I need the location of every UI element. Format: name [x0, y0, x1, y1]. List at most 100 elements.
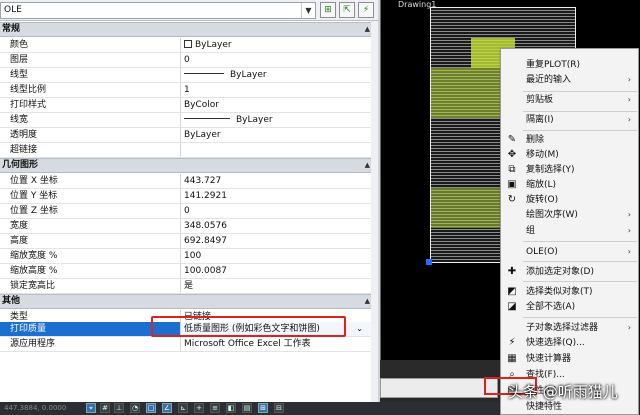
menu-item-select-similar[interactable]: ◩ 选择类似对象(T) [501, 284, 638, 300]
chevron-down-icon[interactable]: ▼ [301, 3, 315, 18]
menu-item-clipboard[interactable]: 剪贴板 › [501, 92, 638, 108]
prop-label: 线宽 [0, 113, 181, 127]
ortho-icon[interactable]: ⊥ [114, 403, 124, 413]
selection-grip[interactable] [426, 259, 432, 265]
menu-item-move[interactable]: ✥ 移动(M) [501, 147, 638, 163]
prop-value[interactable]: ByLayer [181, 113, 371, 127]
palette-scrollbar[interactable] [371, 21, 378, 402]
prop-value[interactable] [181, 143, 371, 157]
prop-row-width[interactable]: 宽度 348.0576 [0, 219, 378, 234]
prop-row-height[interactable]: 高度 692.8497 [0, 234, 378, 249]
am-icon[interactable]: ⊟ [274, 403, 284, 413]
menu-item-rotate[interactable]: ↻ 旋转(O) [501, 192, 638, 208]
menu-item-copy-selection[interactable]: ⧉ 复制选择(Y) [501, 162, 638, 178]
prop-label: 高度 [0, 234, 181, 248]
prop-row-transparency[interactable]: 透明度 ByLayer [0, 128, 378, 143]
chevron-right-icon: › [627, 247, 631, 256]
menu-item-erase[interactable]: ✎ 删除 [501, 132, 638, 148]
prop-value[interactable]: 141.2921 [181, 189, 371, 203]
prop-row-linetype-scale[interactable]: 线型比例 1 [0, 83, 378, 98]
eraser-icon: ✎ [507, 134, 517, 145]
prop-value[interactable]: ByColor [181, 98, 371, 112]
menu-label: 旋转(O) [526, 195, 559, 205]
line-sample-icon [184, 73, 224, 74]
menu-item-deselect-all[interactable]: ◪ 全部不选(A) [501, 299, 638, 315]
prop-row-pos-y[interactable]: 位置 Y 坐标 141.2921 [0, 189, 378, 204]
toggle-pickadd-button[interactable]: ⊞ [320, 2, 336, 18]
select-objects-button[interactable]: ⇱ [339, 2, 355, 18]
prop-row-pos-x[interactable]: 位置 X 坐标 443.727 [0, 174, 378, 189]
prop-value[interactable]: 443.727 [181, 174, 371, 188]
prop-value[interactable]: ByLayer [181, 38, 371, 52]
section-general[interactable]: 常规 ▲ [0, 22, 378, 37]
prop-value[interactable]: ByLayer [181, 128, 371, 142]
menu-item-recent-input[interactable]: 最近的输入 › [501, 72, 638, 88]
menu-label: 隔离(I) [526, 115, 554, 125]
linetype-value: ByLayer [230, 70, 267, 80]
menu-item-scale[interactable]: ▣ 缩放(L) [501, 177, 638, 193]
prop-label: 位置 Z 坐标 [0, 204, 181, 218]
prop-value[interactable]: 100 [181, 249, 371, 263]
menu-item-subobject-filter[interactable]: 子对象选择过滤器 › [501, 320, 638, 336]
menu-item-group[interactable]: 组 › [501, 223, 638, 239]
section-geometry[interactable]: 几何图形 ▲ [0, 158, 378, 173]
section-misc[interactable]: 其他 ▲ [0, 294, 378, 309]
prop-value[interactable]: 692.8497 [181, 234, 371, 248]
menu-item-repeat-plot[interactable]: 重复PLOT(R) [501, 57, 638, 73]
prop-label: 透明度 [0, 128, 181, 142]
menu-item-draw-order[interactable]: 绘图次序(W) › [501, 207, 638, 223]
otrack-icon[interactable]: ∠ [162, 403, 172, 413]
prop-label: 源应用程序 [0, 337, 181, 351]
prop-row-linetype[interactable]: 线型 ByLayer [0, 68, 378, 83]
prop-value[interactable]: 1 [181, 83, 371, 97]
command-line[interactable] [380, 378, 498, 398]
move-icon: ✥ [507, 149, 517, 160]
prop-row-hyperlink[interactable]: 超链接 [0, 143, 378, 158]
prop-label: 位置 Y 坐标 [0, 189, 181, 203]
prop-row-source-app[interactable]: 源应用程序 Microsoft Office Excel 工作表 [0, 337, 378, 352]
prop-value[interactable]: 100.0087 [181, 264, 371, 278]
object-type-select[interactable]: OLE ▼ [0, 2, 316, 19]
collapse-icon[interactable]: ▲ [365, 159, 370, 172]
osnap-icon[interactable]: □ [146, 403, 156, 413]
prop-value[interactable]: 0 [181, 204, 371, 218]
sc-icon[interactable]: ⊞ [258, 403, 268, 413]
prop-row-lineweight[interactable]: 线宽 ByLayer [0, 113, 378, 128]
prop-row-scale-height[interactable]: 缩放高度 % 100.0087 [0, 264, 378, 279]
prop-value[interactable]: ByLayer [181, 68, 371, 82]
section-title: 几何图形 [2, 160, 39, 170]
menu-item-add-selected[interactable]: ✚ 添加选定对象(D) [501, 264, 638, 280]
prop-value[interactable]: 348.0576 [181, 219, 371, 233]
chevron-right-icon: › [627, 115, 631, 124]
dyn-icon[interactable]: + [194, 403, 204, 413]
prop-row-lock-aspect[interactable]: 锁定宽高比 是 [0, 279, 378, 294]
prop-value[interactable]: Microsoft Office Excel 工作表 [181, 337, 371, 351]
polar-icon[interactable]: ◔ [130, 403, 140, 413]
prop-value[interactable]: 0 [181, 53, 371, 67]
prop-row-color[interactable]: 颜色 ByLayer [0, 38, 378, 53]
ducs-icon[interactable]: ⊾ [178, 403, 188, 413]
chevron-down-icon[interactable]: ⌄ [356, 322, 363, 336]
menu-item-quick-select[interactable]: ⚡ 快速选择(Q)... [501, 335, 638, 351]
menu-item-quick-calc[interactable]: ▦ 快速计算器 [501, 351, 638, 367]
prop-value[interactable]: 是 [181, 279, 371, 293]
menu-label: 绘图次序(W) [526, 210, 578, 220]
context-menu: 重复PLOT(R) 最近的输入 › 剪贴板 › 隔离(I) › ✎ 删除 ✥ 移动(M) … [500, 48, 639, 415]
object-type-value: OLE [4, 5, 22, 15]
prop-row-layer[interactable]: 图层 0 [0, 53, 378, 68]
lineweight-icon[interactable]: ≡ [210, 403, 220, 413]
snap-mode-icon[interactable]: ⌖ [86, 403, 96, 413]
prop-row-scale-width[interactable]: 缩放宽度 % 100 [0, 249, 378, 264]
quick-select-button[interactable]: ⚡ [358, 2, 374, 18]
prop-row-pos-z[interactable]: 位置 Z 坐标 0 [0, 204, 378, 219]
grid-icon[interactable]: # [100, 403, 110, 413]
quick-select-icon: ⚡ [362, 5, 370, 15]
menu-item-isolate[interactable]: 隔离(I) › [501, 112, 638, 128]
collapse-icon[interactable]: ▲ [365, 23, 370, 36]
prop-row-plot-style[interactable]: 打印样式 ByColor [0, 98, 378, 113]
prop-label: 图层 [0, 53, 181, 67]
transparency-icon[interactable]: ◧ [226, 403, 236, 413]
menu-item-ole[interactable]: OLE(O) › [501, 244, 638, 260]
collapse-icon[interactable]: ▲ [365, 295, 370, 308]
qp-icon[interactable]: ▤ [242, 403, 252, 413]
